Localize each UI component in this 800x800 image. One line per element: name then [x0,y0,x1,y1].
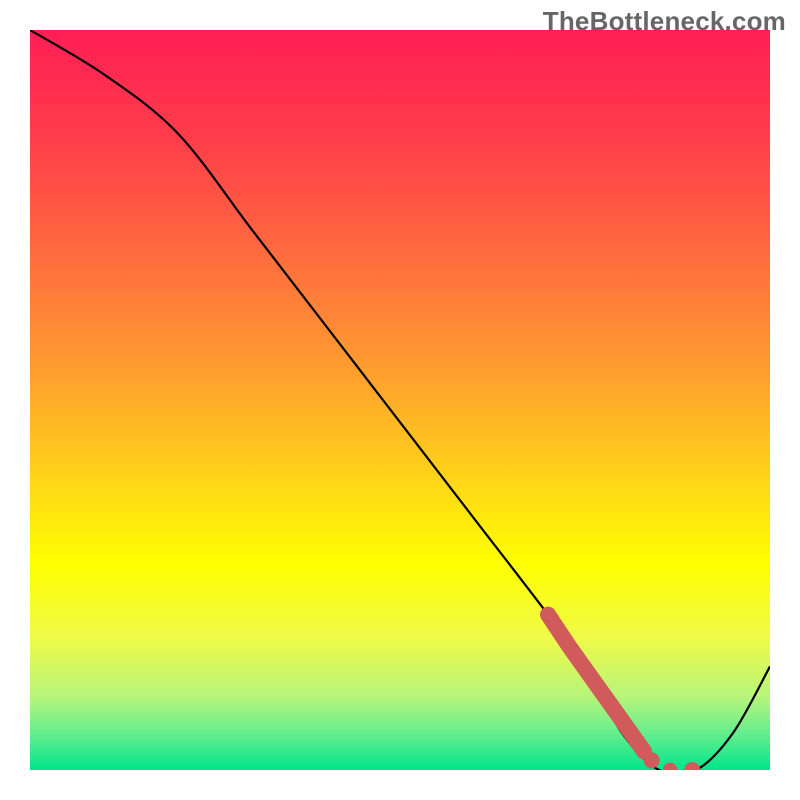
gradient-rect [30,30,770,770]
chart-svg [30,30,770,770]
chart-container: TheBottleneck.com [0,0,800,800]
plot-area [30,30,770,770]
highlight-dot [644,752,660,768]
